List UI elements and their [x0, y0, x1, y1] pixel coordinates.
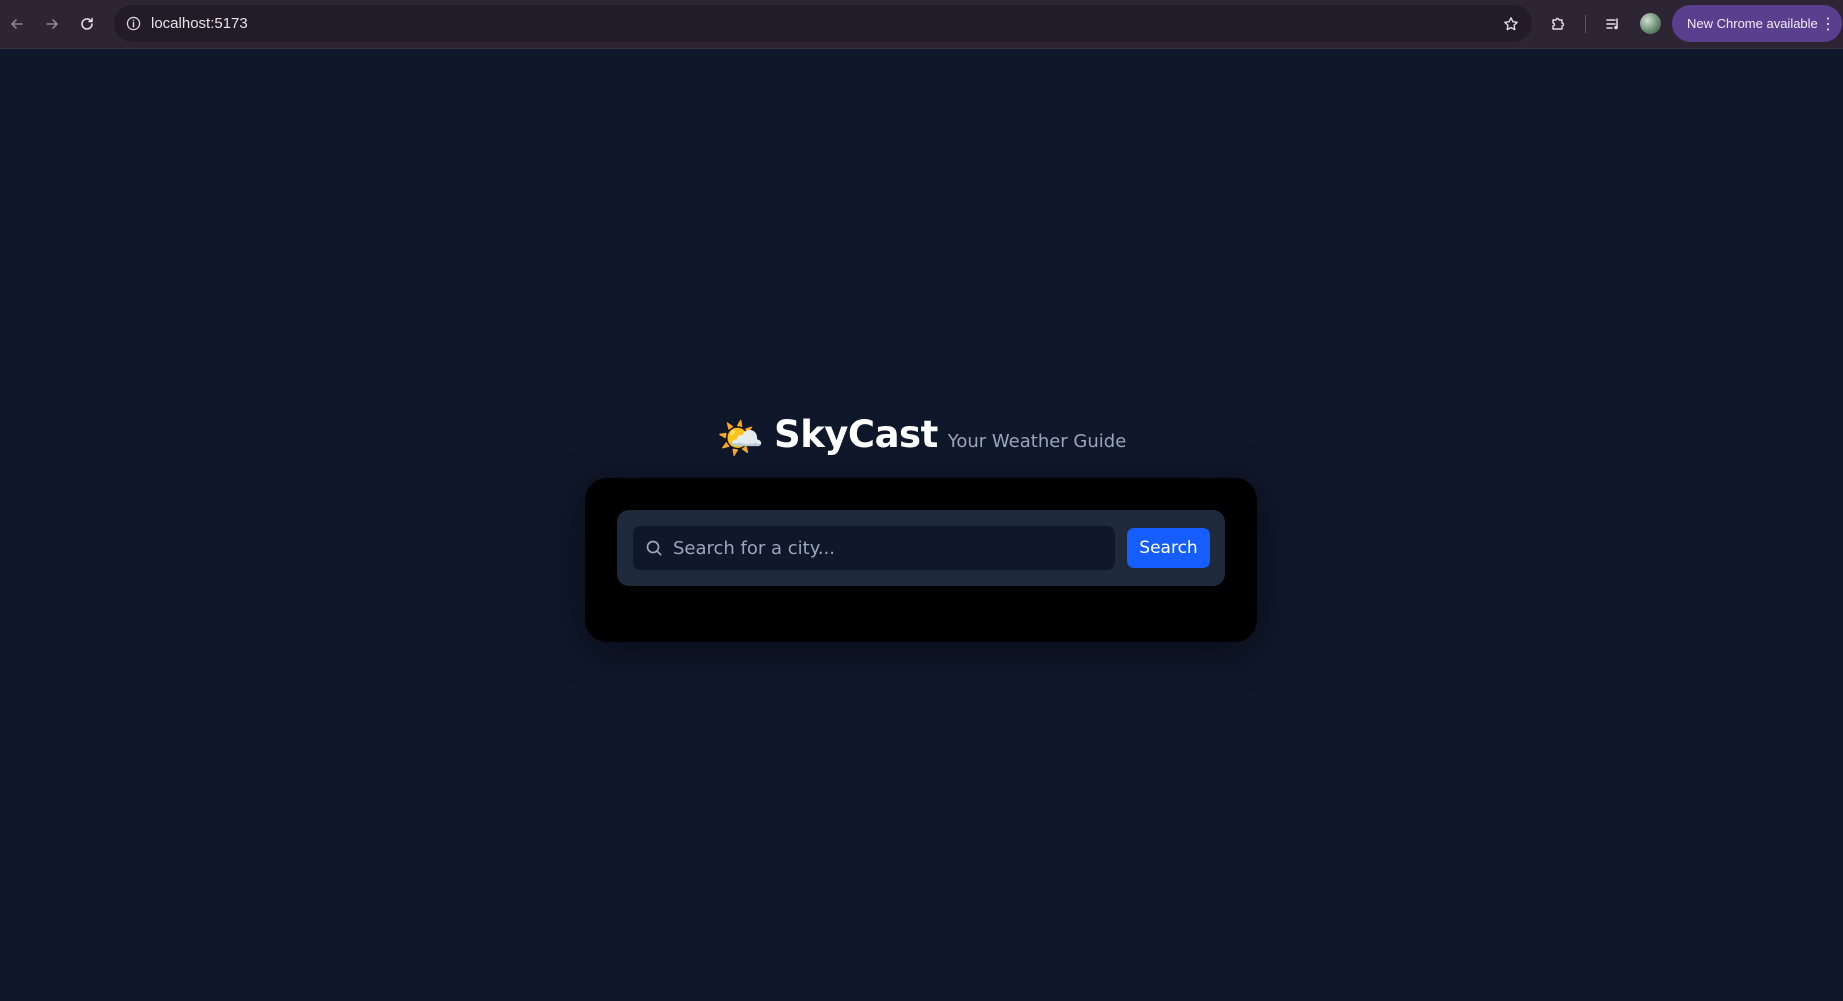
search-button[interactable]: Search: [1127, 528, 1210, 568]
city-search-input[interactable]: [673, 526, 1103, 570]
back-arrow-icon[interactable]: [4, 11, 30, 37]
kebab-menu-icon[interactable]: ⋮: [1820, 14, 1836, 34]
search-panel: Search: [617, 510, 1225, 586]
media-controls-icon[interactable]: [1600, 11, 1626, 37]
new-chrome-available-button[interactable]: New Chrome available ⋮: [1672, 5, 1842, 42]
toolbar-divider: [1585, 15, 1586, 33]
forward-arrow-icon[interactable]: [39, 11, 65, 37]
browser-toolbar: localhost:5173 New Chrome available ⋮: [0, 0, 1843, 49]
update-label: New Chrome available: [1687, 16, 1818, 31]
profile-avatar[interactable]: [1640, 13, 1661, 34]
address-bar[interactable]: localhost:5173: [114, 5, 1532, 42]
search-card: Search: [585, 478, 1257, 642]
search-icon: [644, 538, 664, 558]
app-title: SkyCast: [774, 413, 938, 456]
bookmark-star-icon[interactable]: [1500, 13, 1521, 34]
sun-behind-cloud-icon: 🌤️: [716, 416, 765, 460]
app-tagline: Your Weather Guide: [947, 431, 1127, 452]
extensions-icon[interactable]: [1546, 11, 1572, 37]
app-header: 🌤️ SkyCast Your Weather Guide: [0, 412, 1843, 462]
reload-icon[interactable]: [74, 11, 100, 37]
url-text[interactable]: localhost:5173: [151, 15, 248, 32]
info-icon[interactable]: [123, 13, 144, 34]
search-field[interactable]: [633, 526, 1115, 570]
